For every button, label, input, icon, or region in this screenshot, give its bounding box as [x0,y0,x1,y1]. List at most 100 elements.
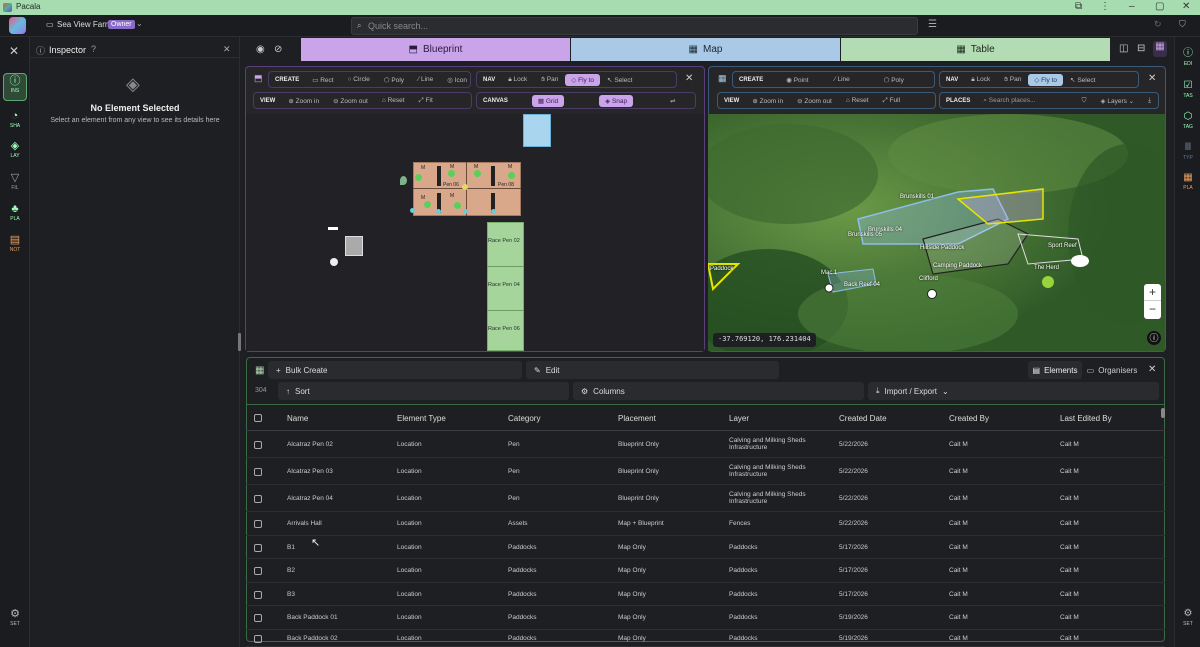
row-checkbox[interactable] [254,543,262,552]
tab-table[interactable]: ▦ Table [841,38,1110,61]
grid-layout-icon[interactable]: ▦ [1153,41,1167,57]
row-checkbox[interactable] [254,467,262,476]
close-icon[interactable]: ✕ [9,44,19,58]
rail-item-pla[interactable]: ▦ PLA [1177,171,1199,197]
minimize-button[interactable]: – [1129,1,1135,12]
row-checkbox[interactable] [254,567,262,575]
edit-button[interactable]: ✎ Edit [526,361,779,379]
map-view[interactable]: Brunskills 01 Brunskills 04 Brunskills 0… [708,114,1165,351]
table-row[interactable]: Back Paddock 02 Location Paddocks Map Only P… [246,630,1165,647]
reset-button[interactable]: ⌂ Reset [839,97,876,104]
table-row[interactable]: Back Paddock 01 Location Paddocks Map Only P… [246,606,1165,630]
row-checkbox[interactable] [254,634,262,643]
download-icon[interactable]: ⤓ [1141,97,1158,105]
zoom-out-button[interactable]: ⊖ Zoom out [326,97,375,105]
table-scrollbar[interactable] [1161,408,1165,418]
select-button[interactable]: ↖ Select [1063,76,1102,84]
column-header-last-edited[interactable]: Last Edited By [1060,414,1112,423]
point-marker[interactable] [436,209,441,214]
map-zoom-in-button[interactable]: + [1144,284,1161,301]
rail-item-edi[interactable]: ⓘ EDI [1177,47,1199,73]
eye-icon[interactable]: ◉ [256,44,265,55]
icon-tool[interactable]: ◎ Icon [440,76,474,84]
settings-sliders-icon[interactable]: ☰ [928,19,937,30]
point-marker[interactable] [424,201,431,208]
lock-button[interactable]: 🔒︎ Lock [501,76,534,84]
rail-item-lay[interactable]: ◈ LAY [3,139,27,167]
column-header-created-date[interactable]: Created Date [839,414,887,423]
snap-toggle[interactable]: ◈ Snap [599,94,634,107]
split-vertical-icon[interactable]: ◫ [1119,43,1128,54]
grid-toggle[interactable]: ▦ Grid [531,94,565,107]
shape-line[interactable] [328,227,338,230]
rail-item-set[interactable]: ⚙ SET [1177,607,1199,633]
map-zoom-out-button[interactable]: − [1144,301,1161,318]
app-logo[interactable] [9,17,26,34]
close-window-button[interactable]: ✕ [1182,1,1190,12]
rail-item-not[interactable]: ▤ NOT [3,233,27,261]
column-header-type[interactable]: Element Type [397,414,446,423]
resize-handle[interactable] [238,333,241,351]
rail-item-tas[interactable]: ☑ TAS [1177,79,1199,105]
tab-map[interactable]: ▦ Map [571,38,840,61]
rail-item-ins[interactable]: ⓘ INS [3,73,27,101]
layers-dropdown[interactable]: ◈ Layers ⌄ [1094,97,1142,105]
rail-item-tag[interactable]: ⬡ TAG [1177,110,1199,136]
chevron-down-icon[interactable]: ⌄ [136,19,143,28]
table-row[interactable]: Alcatraz Pen 04 Location Pen Blueprint Only… [246,485,1165,512]
pan-button[interactable]: ✋︎ Pan [997,76,1028,84]
bulk-create-button[interactable]: + Bulk Create [268,361,522,379]
table-row[interactable]: B1 Location Paddocks Map Only Paddocks 5/17/2… [246,536,1165,559]
rect-tool[interactable]: ▭ Rect [305,76,340,84]
help-icon[interactable]: ? [91,44,96,54]
row-checkbox[interactable] [254,494,262,503]
point-marker[interactable] [491,209,496,214]
maximize-button[interactable]: ▢ [1155,1,1164,12]
fly-to-button[interactable]: ◇ Fly to [1028,73,1064,86]
settings-sliders-icon[interactable]: ⇌ [663,97,682,105]
reset-button[interactable]: ⌂ Reset [375,97,412,104]
point-marker[interactable] [474,170,481,177]
info-icon[interactable]: ⓘ [1147,331,1161,345]
import-export-button[interactable]: ⤓ Import / Export ⌄ [868,382,1159,400]
full-button[interactable]: ⤢ Full [876,97,908,105]
rail-item-pla[interactable]: ♣ PLA [3,202,27,230]
columns-button[interactable]: ⚙ Columns [573,382,864,400]
bookmark-icon[interactable]: ⛉ [1075,97,1094,105]
column-header-created-by[interactable]: Created By [949,414,989,423]
row-checkbox[interactable] [254,590,262,599]
pan-button[interactable]: ✋︎ Pan [534,76,565,84]
elements-tab[interactable]: ▤ Elements [1028,361,1082,379]
shape-icon-cluster[interactable] [345,236,363,256]
circle-tool[interactable]: ○ Circle [341,76,377,83]
rail-item-typ[interactable]: Ⅲ TYP [1177,141,1199,167]
column-header-placement[interactable]: Placement [618,414,656,423]
line-tool[interactable]: ⁄ Line [828,76,857,83]
point-marker[interactable] [462,184,468,190]
location-pin-icon[interactable] [400,176,407,185]
rail-item-set[interactable]: ⚙ SET [3,607,27,635]
column-header-name[interactable]: Name [287,414,308,423]
extensions-icon[interactable]: ⧉ [1075,1,1082,12]
blueprint-canvas[interactable]: M M M M M M Pen 06 Pen 08 Race Pen 02 Ra… [246,114,704,351]
shape-circle[interactable] [330,258,338,266]
places-search-input[interactable]: ⌕ Search places... [976,97,1074,105]
point-marker[interactable] [448,170,455,177]
row-checkbox[interactable] [254,440,262,449]
close-inspector-button[interactable]: ✕ [223,44,231,55]
point-marker[interactable] [463,209,468,214]
row-checkbox[interactable] [254,614,262,622]
poly-tool[interactable]: ⬠ Poly [377,76,411,84]
table-row[interactable]: Alcatraz Pen 03 Location Pen Blueprint Only… [246,458,1165,485]
eye-off-icon[interactable]: ⊘ [274,44,282,55]
close-table-button[interactable]: ✕ [1148,364,1156,375]
select-all-checkbox[interactable] [254,414,262,422]
shield-icon[interactable]: ⛉ [1179,19,1186,30]
point-marker[interactable] [415,174,422,181]
fit-button[interactable]: ⤢ Fit [412,97,440,105]
line-tool[interactable]: ⁄ Line [411,76,440,83]
sort-button[interactable]: ↑ Sort [278,382,569,400]
point-tool[interactable]: ◉ Point [779,76,815,84]
close-blueprint-toolbar-button[interactable]: ✕ [685,73,693,84]
table-row[interactable]: B2 Location Paddocks Map Only Paddocks 5/17/2… [246,559,1165,583]
